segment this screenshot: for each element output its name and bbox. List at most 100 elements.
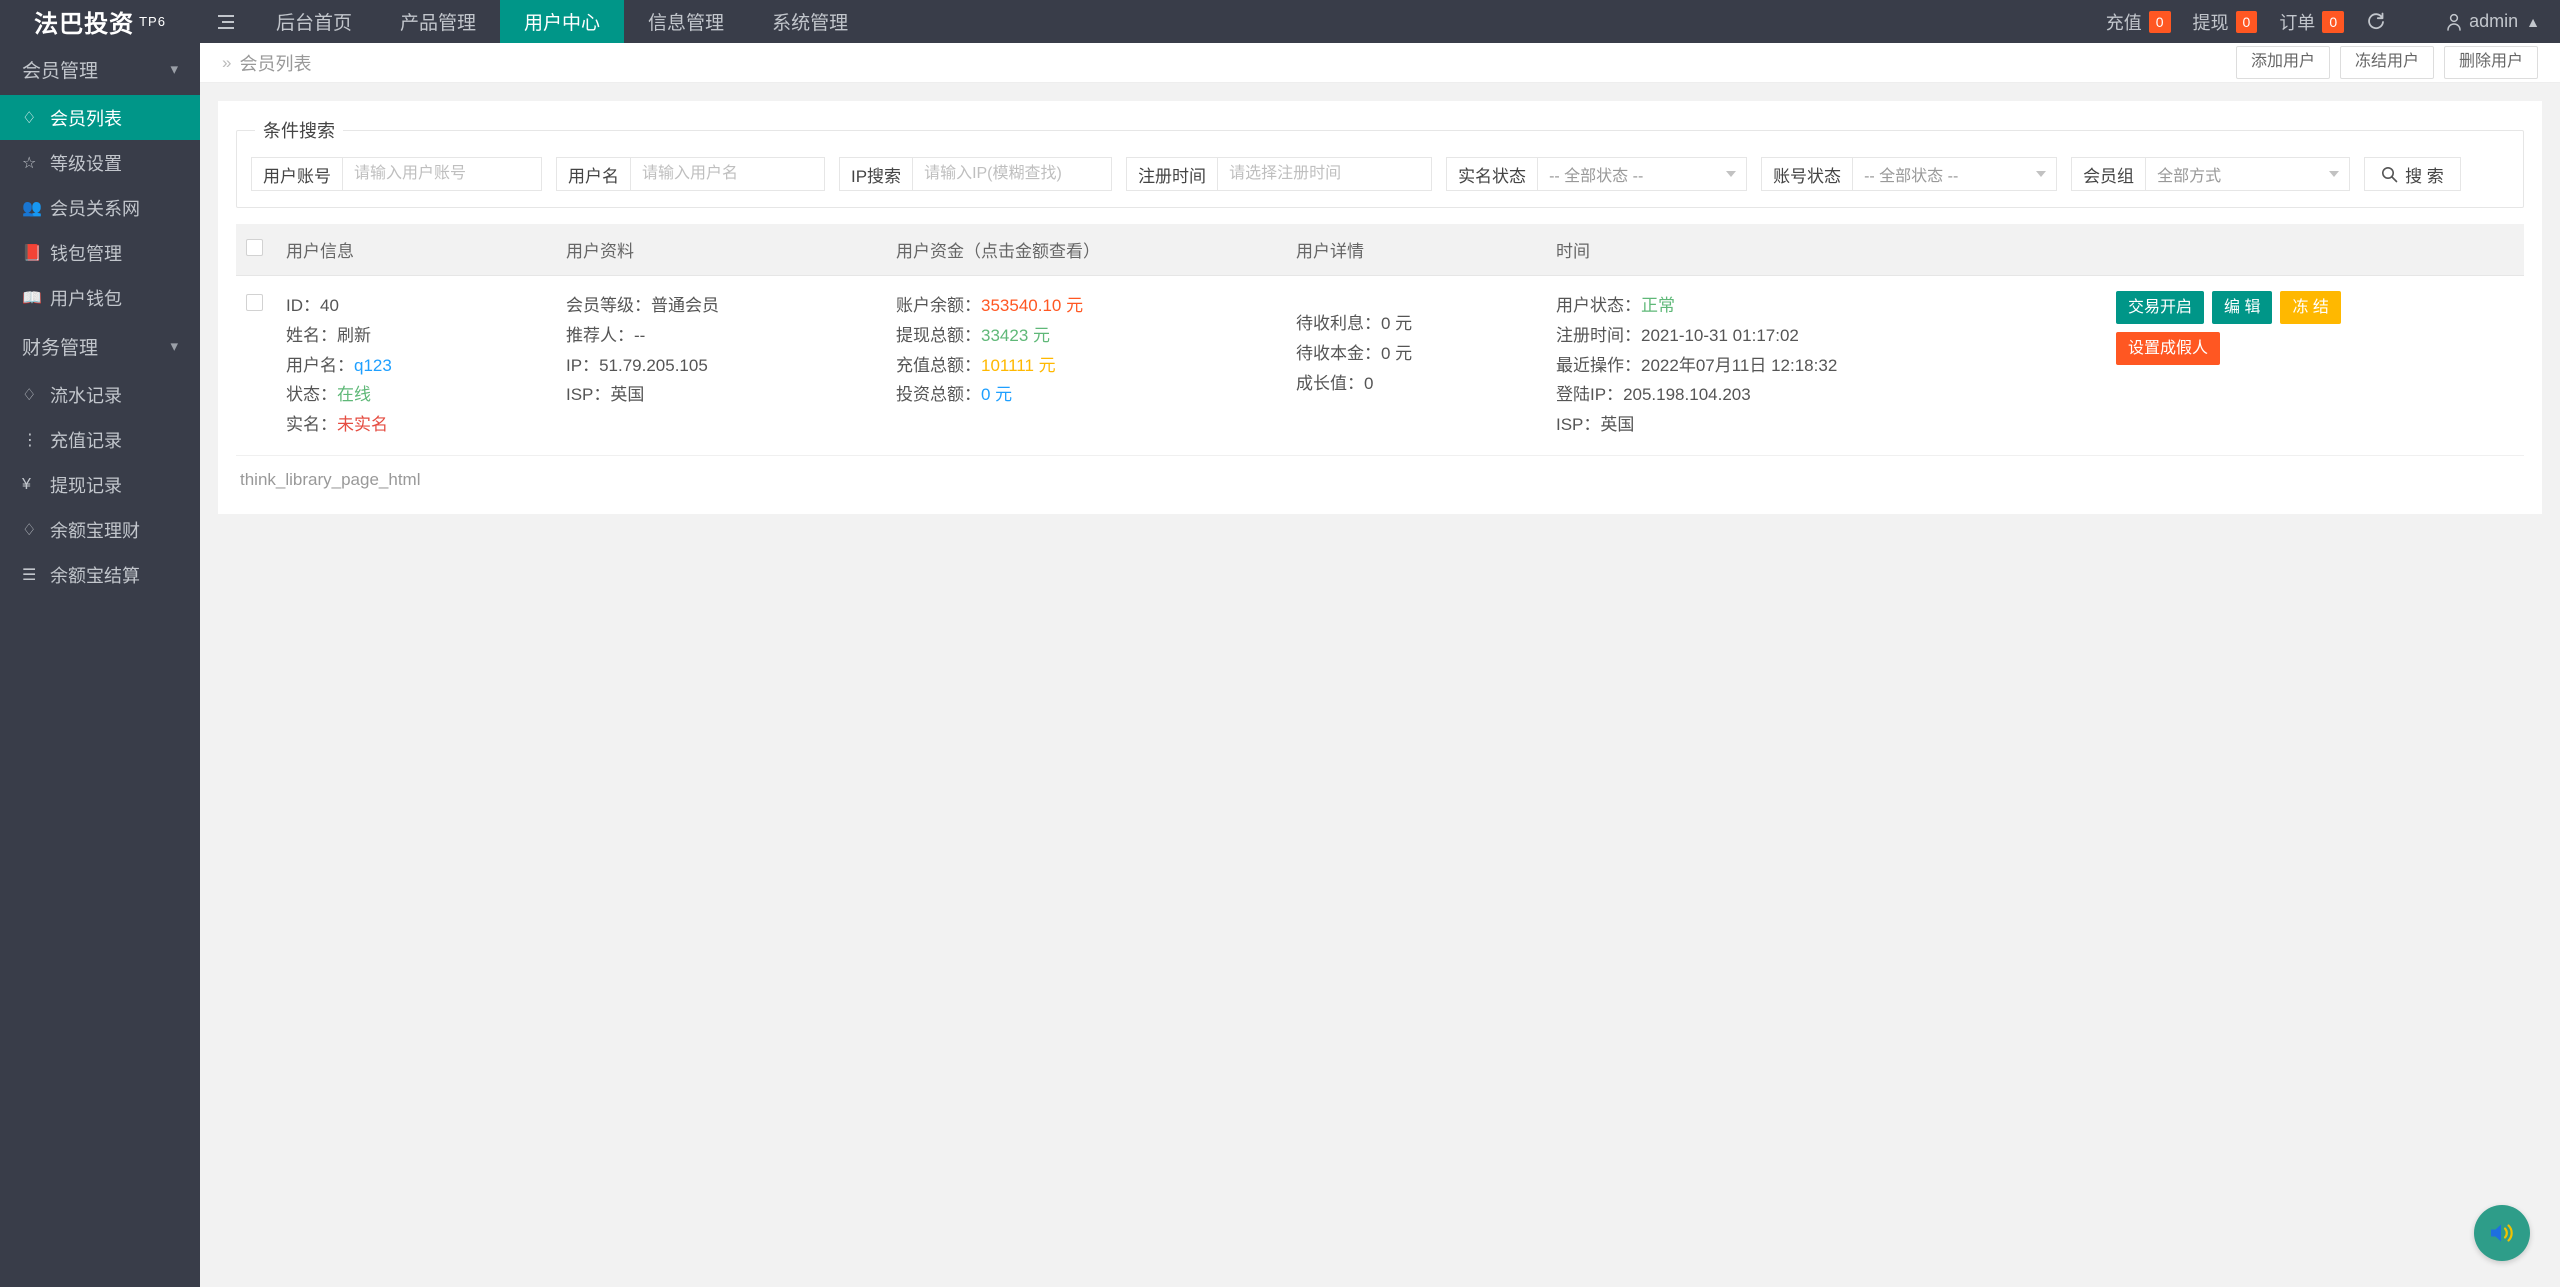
field-user-status-key: 用户状态： [1556, 296, 1641, 315]
th-time: 时间 [1546, 224, 2106, 276]
row-action-buttons: 交易开启 编 辑 冻 结 设置成假人 [2116, 291, 2346, 365]
sidebar-item-withdraw-record[interactable]: ¥ 提现记录 [0, 462, 200, 507]
field-withdraw-total-value[interactable]: 33423 元 [981, 326, 1050, 345]
nav-item-home[interactable]: 后台首页 [252, 0, 376, 43]
field-member-level-value: 普通会员 [651, 296, 719, 315]
field-user-status-value: 正常 [1641, 296, 1675, 315]
filter-ip: IP搜索 [839, 157, 1112, 191]
field-recharge-total-value[interactable]: 101111 元 [981, 356, 1056, 375]
field-pending-interest-key: 待收利息： [1296, 314, 1381, 333]
field-balance-value[interactable]: 353540.10 元 [981, 296, 1083, 315]
main-nav-items: 后台首页 产品管理 用户中心 信息管理 系统管理 [252, 0, 872, 43]
field-isp: ISP：英国 [566, 380, 876, 410]
nav-item-user-center[interactable]: 用户中心 [500, 0, 624, 43]
search-ip-input[interactable] [912, 157, 1112, 191]
search-button[interactable]: 搜 索 [2364, 157, 2461, 191]
table-header-row: 用户信息 用户资料 用户资金（点击金额查看） 用户详情 时间 [236, 224, 2524, 276]
stat-order[interactable]: 订单 0 [2279, 9, 2344, 35]
field-ip-value: 51.79.205.105 [599, 356, 708, 375]
field-id: ID：40 [286, 291, 546, 321]
search-username-input[interactable] [630, 157, 825, 191]
realname-status-select[interactable]: -- 全部状态 -- [1537, 157, 1747, 191]
sidebar-group-finance[interactable]: 财务管理 ▾ [0, 320, 200, 372]
search-account-input[interactable] [342, 157, 542, 191]
freeze-user-button[interactable]: 冻结用户 [2340, 46, 2434, 79]
field-balance-key: 账户余额： [896, 296, 981, 315]
sidebar-item-member-network-label: 会员关系网 [50, 195, 140, 221]
chevron-down-icon: ▾ [170, 337, 178, 355]
stat-withdraw[interactable]: 提现 0 [2193, 9, 2258, 35]
select-all-checkbox[interactable] [246, 239, 263, 256]
user-icon: ♢ [22, 108, 44, 128]
volume-fab-button[interactable] [2474, 1205, 2530, 1261]
field-invest-total-value[interactable]: 0 元 [981, 385, 1012, 404]
app-logo[interactable]: 法巴投资TP6 [0, 0, 200, 43]
cell-user-funds: 账户余额：353540.10 元 提现总额：33423 元 充值总额：10111… [886, 276, 1286, 456]
breadcrumb-arrow: » [222, 53, 231, 73]
refresh-icon[interactable] [2366, 12, 2386, 32]
user-menu[interactable]: admin ▲ [2446, 11, 2540, 32]
sidebar: 会员管理 ▾ ♢ 会员列表 ☆ 等级设置 👥 会员关系网 📕 钱包管理 📖 用户… [0, 43, 200, 1287]
delete-user-button[interactable]: 删除用户 [2444, 46, 2538, 79]
field-ip: IP：51.79.205.105 [566, 351, 876, 381]
table-body: ID：40 姓名：刷新 用户名：q123 状态：在线 实名：未实名 会员等级：普… [236, 276, 2524, 456]
nav-item-system[interactable]: 系统管理 [748, 0, 872, 43]
field-realname-key: 实名： [286, 415, 337, 434]
sidebar-item-member-list[interactable]: ♢ 会员列表 [0, 95, 200, 140]
nav-item-info[interactable]: 信息管理 [624, 0, 748, 43]
field-pending-interest: 待收利息：0 元 [1296, 309, 1536, 339]
nav-item-products[interactable]: 产品管理 [376, 0, 500, 43]
sidebar-item-recharge-record[interactable]: ⋮ 充值记录 [0, 417, 200, 462]
sidebar-group-member-label: 会员管理 [22, 56, 98, 83]
sidebar-item-yuebao-settlement[interactable]: ☰ 余额宝结算 [0, 552, 200, 597]
sidebar-item-flow-record[interactable]: ♢ 流水记录 [0, 372, 200, 417]
refresh-glyph [2366, 12, 2386, 32]
row-checkbox[interactable] [246, 294, 263, 311]
trade-enable-button[interactable]: 交易开启 [2116, 291, 2204, 324]
person-icon [2446, 13, 2462, 31]
member-group-select[interactable]: 全部方式 [2145, 157, 2350, 191]
sidebar-item-yuebao-finance[interactable]: ♢ 余额宝理财 [0, 507, 200, 552]
dots-icon: ⋮ [22, 430, 44, 450]
pagination-placeholder: think_library_page_html [236, 456, 2524, 492]
cell-actions: 交易开启 编 辑 冻 结 设置成假人 [2106, 276, 2524, 456]
filter-username-label: 用户名 [556, 157, 630, 191]
account-status-select[interactable]: -- 全部状态 -- [1852, 157, 2057, 191]
field-id-value: 40 [320, 296, 339, 315]
freeze-button[interactable]: 冻 结 [2280, 291, 2340, 324]
sidebar-item-level-settings[interactable]: ☆ 等级设置 [0, 140, 200, 185]
sidebar-item-user-wallet[interactable]: 📖 用户钱包 [0, 275, 200, 320]
filter-ip-label: IP搜索 [839, 157, 912, 191]
user-name: admin [2469, 11, 2518, 32]
search-register-time-input[interactable] [1217, 157, 1432, 191]
volume-icon [2487, 1219, 2517, 1247]
sidebar-item-user-wallet-label: 用户钱包 [50, 285, 122, 311]
cell-row-select [236, 276, 276, 456]
add-user-button[interactable]: 添加用户 [2236, 46, 2330, 79]
sidebar-item-yuebao-settlement-label: 余额宝结算 [50, 562, 140, 588]
filter-member-group: 会员组 全部方式 [2071, 157, 2350, 191]
field-username-key: 用户名： [286, 356, 354, 375]
search-icon [2381, 166, 2398, 183]
chevron-down-icon [2036, 171, 2046, 177]
set-fake-user-button[interactable]: 设置成假人 [2116, 332, 2220, 365]
yen-circle-icon: ¥ [22, 476, 44, 494]
sidebar-item-recharge-record-label: 充值记录 [50, 427, 122, 453]
content-card: 条件搜索 用户账号 用户名 IP搜索 注册时间 [218, 101, 2542, 514]
page-title: 会员列表 [239, 50, 311, 76]
field-last-operation-value: 2022年07月11日 12:18:32 [1641, 356, 1837, 375]
field-username-value[interactable]: q123 [354, 356, 392, 375]
field-last-operation: 最近操作：2022年07月11日 12:18:32 [1556, 351, 2096, 381]
hamburger-icon[interactable] [200, 0, 252, 43]
edit-button[interactable]: 编 辑 [2212, 291, 2272, 324]
stat-recharge[interactable]: 充值 0 [2106, 9, 2171, 35]
sidebar-group-member[interactable]: 会员管理 ▾ [0, 43, 200, 95]
field-id-key: ID： [286, 296, 320, 315]
chevron-up-icon: ▲ [2526, 14, 2540, 30]
filter-realname-status-label: 实名状态 [1446, 157, 1537, 191]
sidebar-item-member-network[interactable]: 👥 会员关系网 [0, 185, 200, 230]
top-navigation-bar: 法巴投资TP6 后台首页 产品管理 用户中心 信息管理 系统管理 充值 0 提现… [0, 0, 2560, 43]
sidebar-item-wallet-manage[interactable]: 📕 钱包管理 [0, 230, 200, 275]
search-button-label: 搜 索 [2405, 162, 2444, 187]
field-recharge-total: 充值总额：101111 元 [896, 351, 1276, 381]
